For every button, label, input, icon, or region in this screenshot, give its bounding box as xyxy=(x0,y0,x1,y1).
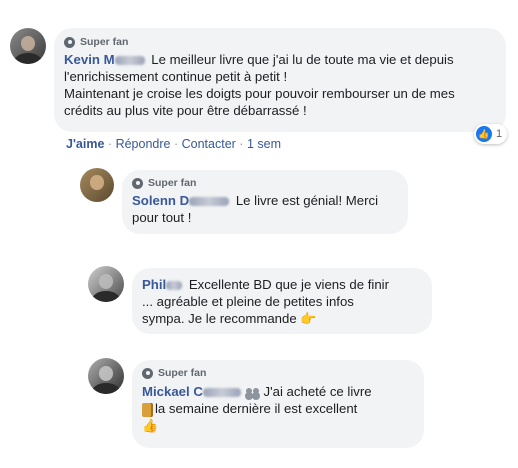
comment-line: pour tout ! xyxy=(132,210,192,225)
badge-label: Super fan xyxy=(80,36,129,48)
comment-line: Le meilleur livre que j'ai lu de toute m… xyxy=(151,52,454,67)
avatar-shoulders xyxy=(13,53,43,64)
super-fan-badge: Super fan xyxy=(132,177,398,189)
comment-line: crédits au plus vite pour être débarrass… xyxy=(64,103,307,118)
contact-link[interactable]: Contacter xyxy=(182,137,236,151)
super-fan-badge-icon xyxy=(132,177,143,189)
reaction-count-badge[interactable]: 👍 1 xyxy=(474,124,508,144)
separator: · xyxy=(239,137,244,151)
comment-text: Solenn D Le livre est génial! Merci pour… xyxy=(132,192,398,226)
comment-text: Phil Excellente BD que je viens de finir… xyxy=(142,276,422,327)
comment-text: Mickael C J'ai acheté ce livre la semain… xyxy=(142,383,414,434)
comment-bubble-kevin: Super fan Kevin M Le meilleur livre que … xyxy=(54,28,506,132)
comment-author[interactable]: Solenn D xyxy=(132,193,189,208)
comment-line: Excellente BD que je viens de finir xyxy=(188,277,389,292)
comment-line: Le livre est génial! Merci xyxy=(235,193,379,208)
avatar-face xyxy=(90,175,104,190)
comment-line: ... agréable et pleine de petites infos xyxy=(142,294,354,309)
avatar-face xyxy=(98,365,114,382)
avatar-shoulders xyxy=(91,291,121,302)
comment-actions: J'aime · Répondre · Contacter · 1 sem xyxy=(66,137,281,151)
avatar-shoulders xyxy=(91,383,121,394)
separator: · xyxy=(107,137,113,151)
comment-line: J'ai acheté ce livre xyxy=(263,384,372,399)
reaction-count: 1 xyxy=(496,128,503,140)
super-fan-badge-icon xyxy=(64,36,75,48)
avatar-phil[interactable] xyxy=(88,266,124,302)
book-emoji-icon xyxy=(142,402,153,417)
avatar-mickael[interactable] xyxy=(88,358,124,394)
avatar-face xyxy=(20,35,36,52)
timestamp-link[interactable]: 1 sem xyxy=(247,137,281,151)
redacted-name xyxy=(202,388,241,398)
comment-line: Maintenant je croise les doigts pour pou… xyxy=(64,86,455,101)
thumbs-up-icon: 👍 xyxy=(476,126,492,142)
super-fan-badge-icon xyxy=(142,367,153,379)
redacted-name xyxy=(114,56,145,66)
like-link[interactable]: J'aime xyxy=(66,137,104,151)
avatar-face xyxy=(98,273,114,290)
badge-label: Super fan xyxy=(148,177,197,189)
group-members-icon xyxy=(245,387,260,398)
redacted-name xyxy=(189,197,230,207)
comment-line: la semaine dernière il est excellent xyxy=(155,401,358,416)
avatar-kevin[interactable] xyxy=(10,28,46,64)
comment-bubble-mickael: Super fan Mickael C J'ai acheté ce livre… xyxy=(132,360,424,448)
comment-author[interactable]: Phil xyxy=(142,277,166,292)
avatar-solenn[interactable] xyxy=(80,168,114,202)
comment-bubble-solenn: Super fan Solenn D Le livre est génial! … xyxy=(122,170,408,234)
thumbs-up-emoji-icon: 👍 xyxy=(142,418,159,433)
super-fan-badge: Super fan xyxy=(64,36,496,48)
comment-text: Kevin M Le meilleur livre que j'ai lu de… xyxy=(64,51,496,119)
comment-line: l'enrichissement continue petit à petit … xyxy=(64,69,288,84)
comment-bubble-phil: Phil Excellente BD que je viens de finir… xyxy=(132,268,432,334)
badge-label: Super fan xyxy=(158,367,207,379)
comment-author[interactable]: Mickael C xyxy=(142,384,203,399)
super-fan-badge: Super fan xyxy=(142,367,414,379)
reply-link[interactable]: Répondre xyxy=(116,137,171,151)
backhand-pointing-icon: 👉 xyxy=(300,311,317,326)
comment-line: sympa. Je le recommande xyxy=(142,311,297,326)
comment-author[interactable]: Kevin M xyxy=(64,52,115,67)
redacted-name xyxy=(166,281,183,291)
separator: · xyxy=(173,137,179,151)
